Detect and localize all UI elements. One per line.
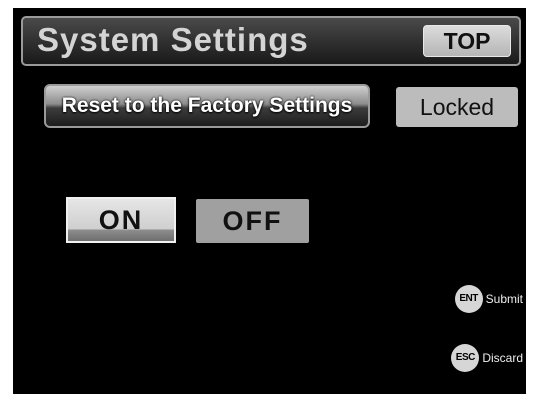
page-title: System Settings — [37, 21, 309, 58]
reset-factory-settings-button[interactable]: Reset to the Factory Settings — [44, 84, 370, 128]
top-button[interactable]: TOP — [423, 25, 511, 57]
settings-screen: System Settings TOP Reset to the Factory… — [13, 8, 526, 394]
title-bar: System Settings TOP — [21, 16, 521, 66]
submit-hint[interactable]: ENT Submit — [454, 284, 523, 314]
discard-label: Discard — [482, 351, 523, 365]
submit-label: Submit — [485, 292, 523, 306]
ent-key-icon: ENT — [454, 285, 483, 313]
discard-hint[interactable]: ESC Discard — [451, 343, 523, 373]
locked-status-badge: Locked — [396, 87, 518, 127]
off-button[interactable]: OFF — [196, 199, 309, 243]
on-button[interactable]: ON — [66, 197, 176, 243]
esc-key-icon: ESC — [451, 344, 480, 372]
